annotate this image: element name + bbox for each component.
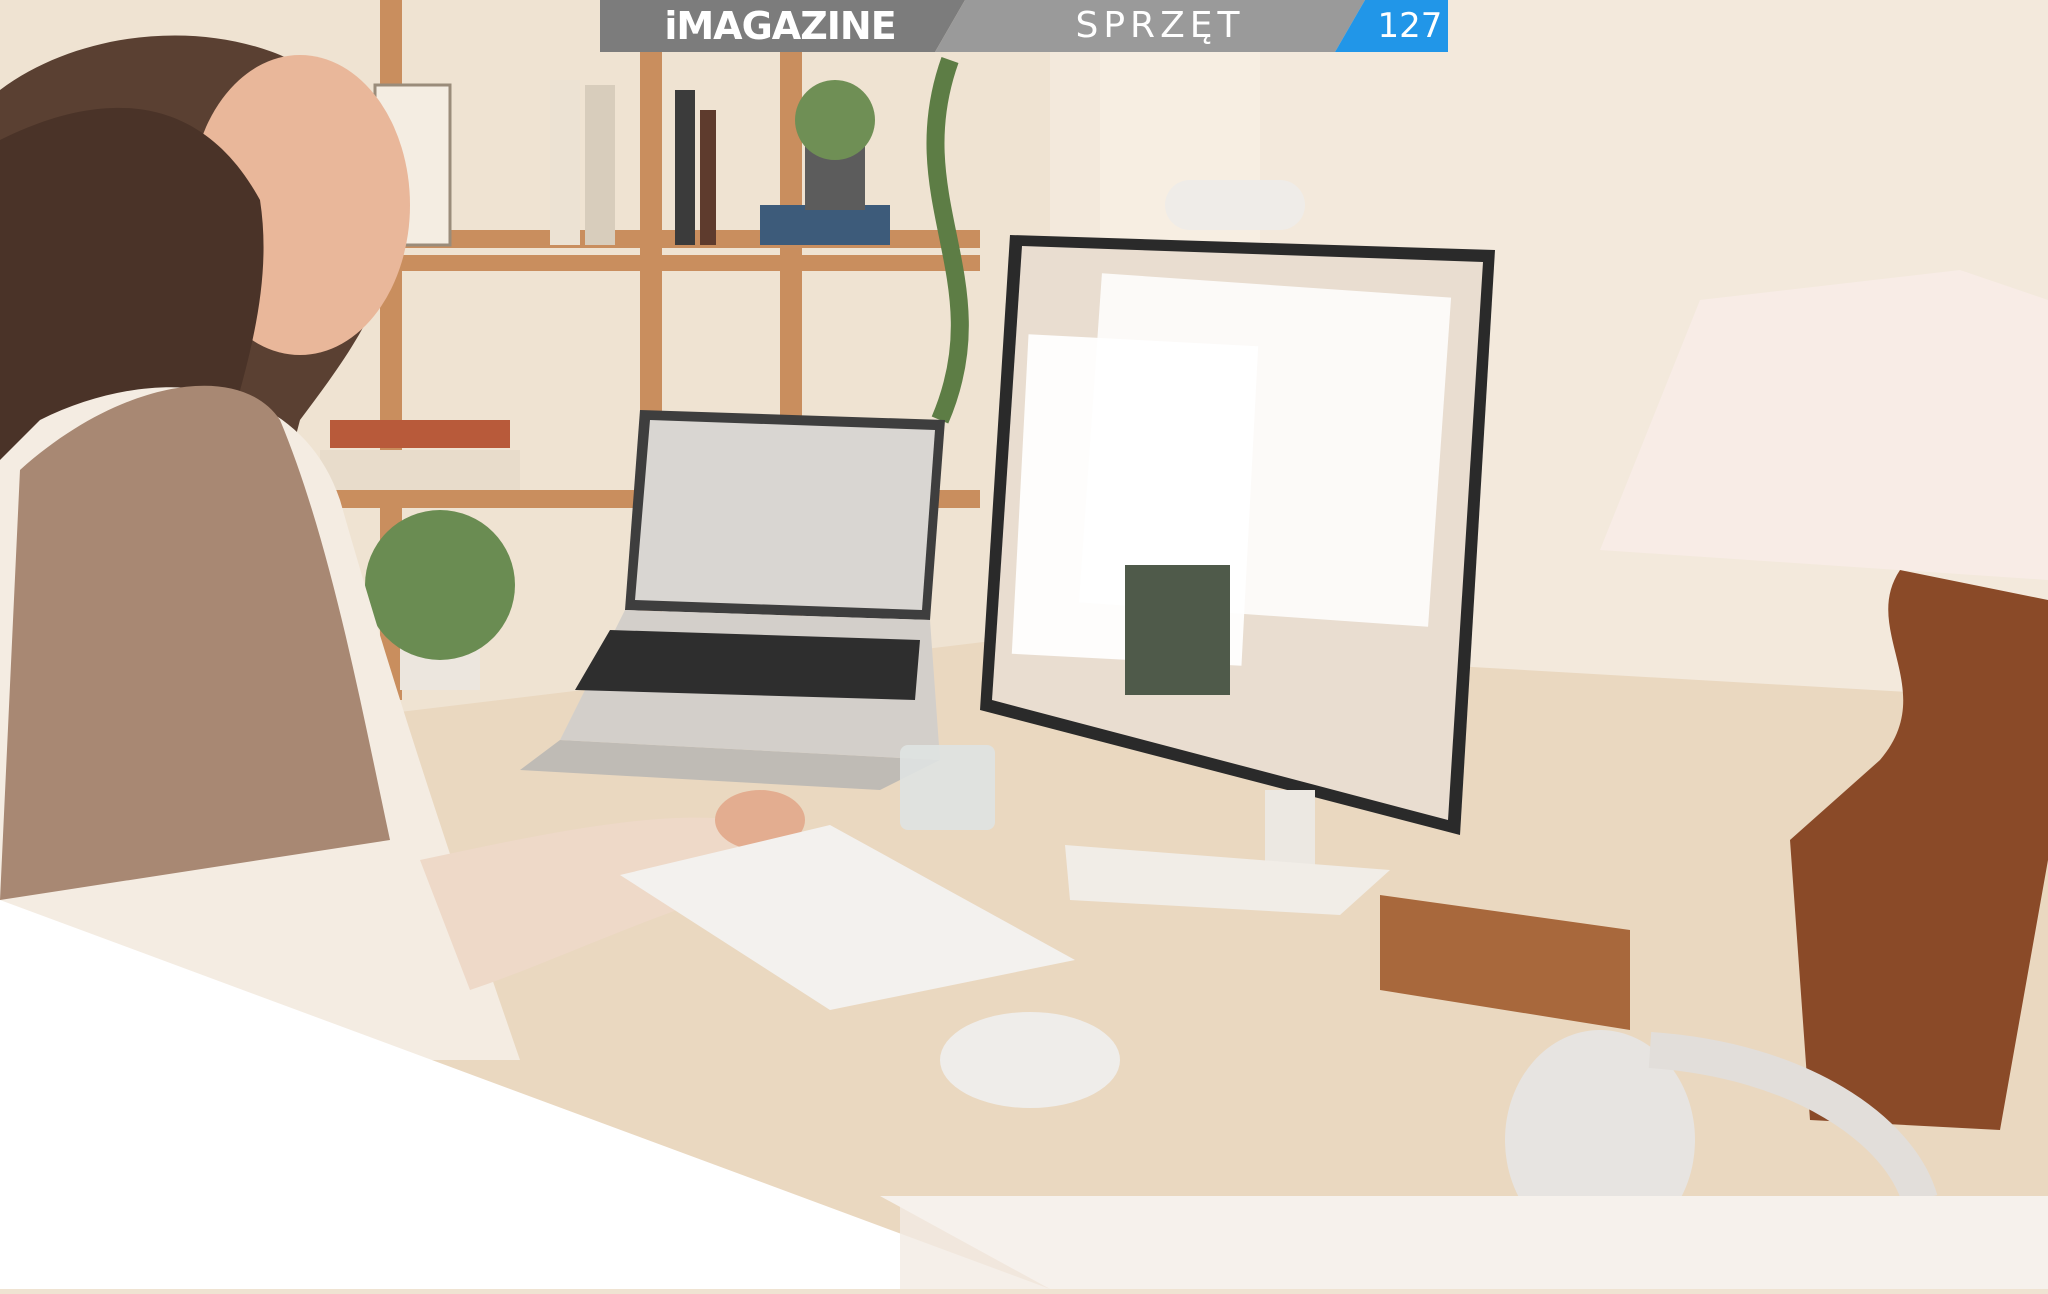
- page-number: 127: [1377, 6, 1443, 46]
- article-photo: [0, 0, 2048, 1289]
- magazine-logo: iMAGAZINE: [664, 4, 896, 48]
- section-title: SPRZĘT: [1075, 5, 1245, 46]
